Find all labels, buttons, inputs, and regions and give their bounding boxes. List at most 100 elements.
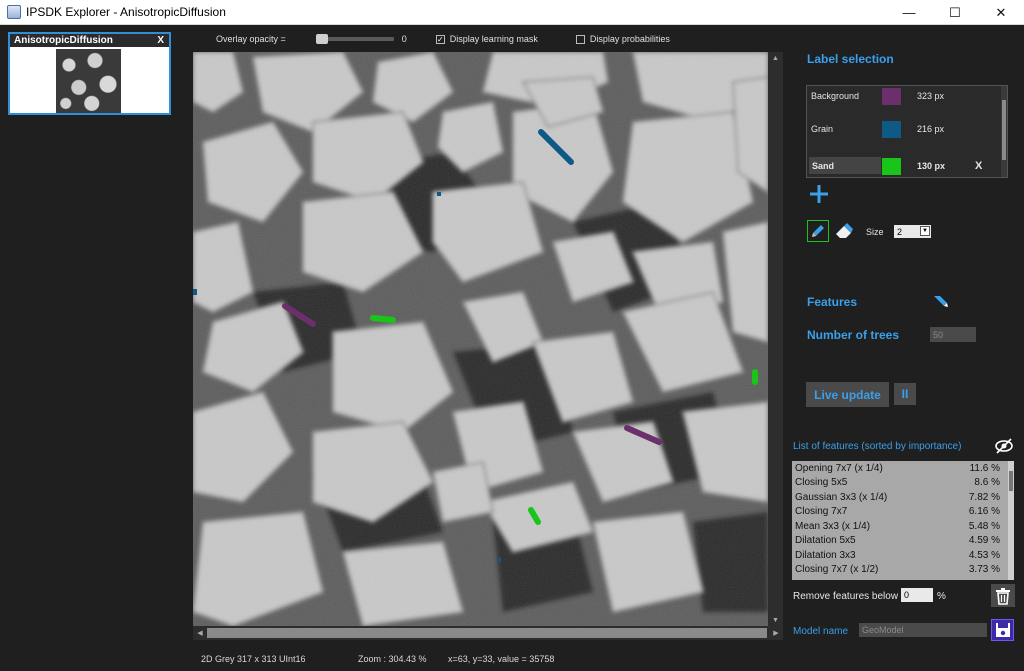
feature-name: Dilatation 3x3 [795,549,856,561]
window-title: IPSDK Explorer - AnisotropicDiffusion [26,5,226,19]
brush-size-label: Size [866,227,884,237]
feature-list-scrollbar[interactable] [1008,461,1014,580]
trash-icon [996,587,1010,605]
chevron-down-icon: ▼ [920,226,930,236]
app-icon [7,5,21,19]
list-item[interactable]: Mean 3x3 (x 1/4) 5.48 % [792,519,1014,534]
features-edit-button[interactable] [930,290,952,312]
remove-features-label: Remove features below [793,591,899,602]
pencil-icon [934,296,948,307]
label-list: Background 323 px Grain 216 px Sand 130 … [806,85,1008,178]
overlay-opacity-value: 0 [401,34,407,44]
overlay-opacity-label: Overlay opacity = [216,34,286,44]
feature-list: Opening 7x7 (x 1/4) 11.6 % Closing 5x5 8.6… [792,461,1014,580]
close-button[interactable]: ✕ [978,0,1024,25]
save-model-button[interactable] [991,619,1014,641]
label-row-grain[interactable]: Grain 216 px [807,119,1003,139]
overlay-opacity-slider[interactable] [315,34,394,44]
label-list-scrollbar[interactable] [1001,86,1007,177]
number-of-trees-input[interactable]: 50 [930,327,976,342]
feature-name: Dilatation 5x5 [795,535,856,547]
remove-features-button[interactable] [991,584,1015,607]
label-color-swatch[interactable] [882,157,901,175]
scroll-right-arrow[interactable]: ▶ [769,626,783,640]
label-name: Grain [811,124,834,134]
learning-mask-checkbox[interactable]: ✓ [435,34,445,44]
feature-importance: 3.73 % [968,564,1000,576]
probabilities-label: Display probabilities [589,34,670,44]
model-name-input[interactable]: GeoModel [859,623,987,637]
label-count: 216 px [917,124,945,134]
sand-stroke [370,315,396,323]
list-item[interactable]: Closing 7x7 (x 1/2) 3.73 % [792,563,1014,578]
cursor-readout: x=63, y=33, value = 35758 [448,654,555,664]
feature-list-title: List of features (sorted by importance) [793,441,962,452]
thumbnail-close-button[interactable]: X [157,35,164,46]
probabilities-checkbox[interactable] [575,34,585,44]
window-controls: — ☐ ✕ [886,0,1024,25]
label-name: Background [811,91,860,101]
feature-importance: 4.53 % [968,549,1000,561]
feature-importance: 11.6 % [969,462,1000,474]
label-row-background[interactable]: Background 323 px [807,86,1003,106]
list-item[interactable]: Opening 7x7 (x 1/4) 11.6 % [792,461,1014,476]
feature-name: Closing 7x7 (x 1/2) [795,564,879,576]
label-selection-title: Label selection [807,52,894,66]
slider-handle[interactable] [315,34,328,44]
feature-name: Gaussian 3x3 (x 1/4) [795,491,888,503]
delete-label-button[interactable]: X [975,160,982,172]
pencil-icon [812,225,824,237]
percent-label: % [937,591,946,602]
image-canvas[interactable] [193,52,768,626]
eye-off-icon [995,438,1013,454]
thumbnail-title: AnisotropicDiffusion [14,35,113,46]
feature-name: Closing 7x7 [795,506,848,518]
list-item[interactable]: Dilatation 3x3 4.53 % [792,548,1014,563]
brush-size-value: 2 [897,226,903,237]
thumbnail-image[interactable] [56,49,121,113]
model-name-label: Model name [793,626,849,637]
image-viewer[interactable] [193,52,768,626]
list-item[interactable]: Closing 5x5 8.6 % [792,476,1014,491]
list-item[interactable]: Closing 7x7 6.16 % [792,505,1014,520]
overlay-toolbar: Overlay opacity = 0 ✓ Display learning m… [216,32,670,46]
label-count: 323 px [917,91,945,101]
label-color-swatch[interactable] [882,120,901,138]
scroll-up-arrow[interactable]: ▲ [768,52,783,64]
image-info: 2D Grey 317 x 313 UInt16 [201,654,306,664]
label-row-sand[interactable]: Sand 130 px X [807,156,1003,176]
live-update-button[interactable]: Live update [806,382,889,407]
label-name[interactable]: Sand [809,157,881,174]
minimize-button[interactable]: — [886,0,932,25]
hide-features-button[interactable] [993,436,1015,456]
number-of-trees-label: Number of trees [807,328,900,342]
remove-threshold-input[interactable]: 0 [901,588,933,602]
add-label-button[interactable] [808,183,830,205]
feature-importance: 6.16 % [968,506,1000,518]
label-count: 130 px [917,161,946,171]
list-item[interactable]: Gaussian 3x3 (x 1/4) 7.82 % [792,490,1014,505]
feature-name: Mean 3x3 (x 1/4) [795,520,871,532]
feature-importance: 8.6 % [974,477,1000,489]
label-color-swatch[interactable] [882,87,901,105]
feature-name: Opening 7x7 (x 1/4) [795,462,883,474]
horizontal-scroll-thumb[interactable] [207,628,767,638]
scroll-down-arrow[interactable]: ▼ [768,614,783,626]
horizontal-scrollbar[interactable]: ◀ ▶ [193,626,783,640]
thumbnail-header: AnisotropicDiffusion X [10,34,169,47]
pencil-tool-button[interactable] [807,220,829,242]
feature-name: Closing 5x5 [795,477,848,489]
eraser-tool-button[interactable] [833,220,855,242]
save-icon [995,623,1010,637]
pause-button[interactable]: II [894,383,916,405]
brush-size-select[interactable]: 2 ▼ [894,225,931,238]
learning-mask-label: Display learning mask [449,34,538,44]
scroll-left-arrow[interactable]: ◀ [193,626,207,640]
feature-importance: 5.48 % [968,520,1000,532]
image-thumbnail-card[interactable]: AnisotropicDiffusion X [8,32,171,115]
maximize-button[interactable]: ☐ [932,0,978,25]
list-item[interactable]: Dilatation 5x5 4.59 % [792,534,1014,549]
eraser-icon [836,223,853,238]
zoom-readout: Zoom : 304.43 % [358,654,427,664]
vertical-scrollbar[interactable]: ▲ ▼ [768,52,783,626]
